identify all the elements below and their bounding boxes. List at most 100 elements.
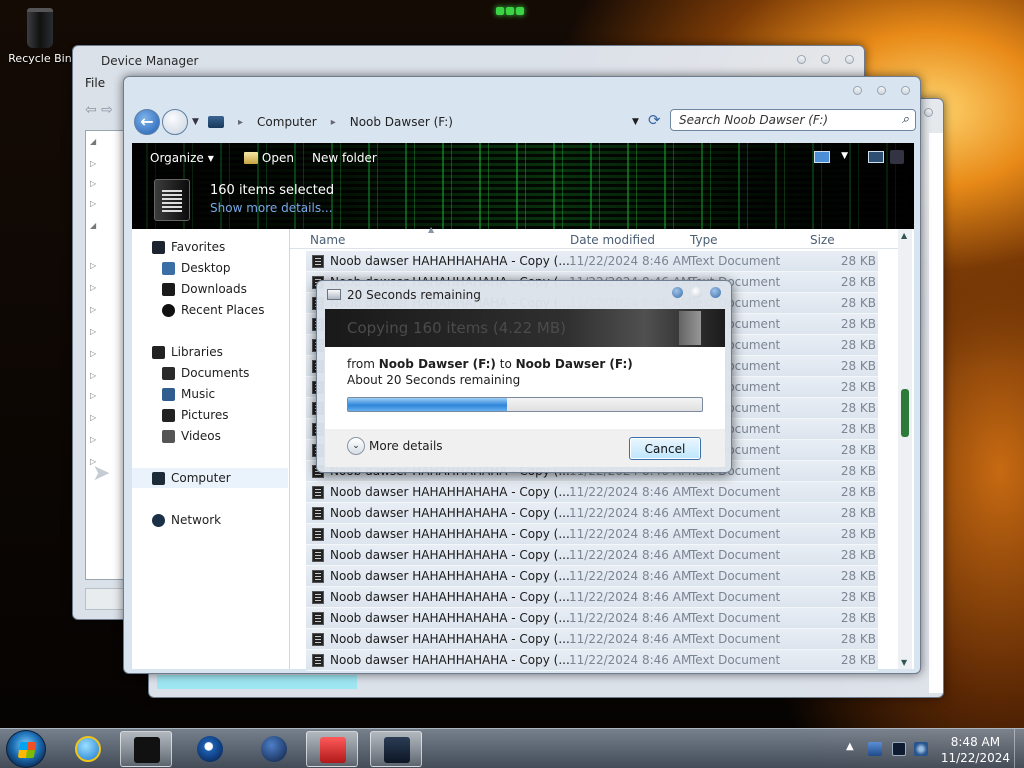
breadcrumb-computer[interactable]: Computer [257,115,317,129]
table-row[interactable]: Noob dawser HAHAHHAHAHA - Copy (...11/22… [306,503,878,524]
minimize-button[interactable] [792,52,810,66]
recent-pages-chevron-down-icon[interactable]: ▼ [192,117,199,127]
tree-expander-icon[interactable]: ▷ [90,305,98,314]
maximize-button[interactable] [816,52,834,66]
tree-expander-icon[interactable]: ▷ [90,159,98,168]
maximize-button[interactable] [691,287,702,298]
tree-expander-icon[interactable]: ▷ [90,179,98,188]
taskbar-toolbox[interactable] [306,731,358,767]
tree-expander-icon[interactable]: ▷ [90,435,98,444]
search-input[interactable]: Search Noob Dawser (F:) ⌕ [670,109,916,131]
tree-expander-icon[interactable]: ▷ [90,327,98,336]
close-button[interactable] [840,52,858,66]
scroll-up-icon[interactable]: ▲ [901,231,907,240]
taskbar-ie[interactable] [62,731,114,767]
tree-expander-icon[interactable]: ▷ [90,283,98,292]
close-button[interactable] [896,83,914,97]
scroll-thumb[interactable] [901,389,909,437]
table-row[interactable]: Noob dawser HAHAHHAHAHA - Copy (...11/22… [306,566,878,587]
show-hidden-icons-icon[interactable]: ▲ [846,741,854,752]
device-manager-nav-arrows-icon[interactable]: ⇦ ⇨ [85,102,113,118]
nav-pictures[interactable]: Pictures [132,405,288,425]
table-row[interactable]: Noob dawser HAHAHHAHAHA - Copy (...11/22… [306,587,878,608]
file-size: 28 KB [840,317,876,331]
maximize-button[interactable] [872,83,890,97]
table-row[interactable]: Noob dawser HAHAHHAHAHA - Copy (...11/22… [306,629,878,650]
clock[interactable]: 8:48 AM 11/22/2024 [941,734,1010,766]
search-icon[interactable]: ⌕ [902,112,909,127]
nav-desktop[interactable]: Desktop [132,258,288,278]
table-row[interactable]: Noob dawser HAHAHHAHAHA - Copy (...11/22… [306,608,878,629]
network-status-icon[interactable] [892,742,906,756]
show-more-details-link[interactable]: Show more details... [210,201,333,215]
recycle-bin[interactable]: Recycle Bin [6,8,74,65]
column-type[interactable]: Type [690,233,718,247]
close-button[interactable] [710,287,721,298]
nav-downloads[interactable]: Downloads [132,279,288,299]
tree-expander-icon[interactable]: ▷ [90,349,98,358]
tree-expander-icon[interactable]: ▷ [90,371,98,380]
copy-progress-fill [348,398,508,411]
organize-button[interactable]: Organize ▼ [150,151,214,165]
taskbar-globe[interactable] [248,731,300,767]
table-row[interactable]: Noob dawser HAHAHHAHAHA - Copy (...11/22… [306,251,878,272]
breadcrumb-drive[interactable]: Noob Dawser (F:) [350,115,453,129]
minimize-button[interactable] [848,83,866,97]
menu-file[interactable]: File [85,76,105,90]
file-type: Text Document [690,569,781,583]
tree-expander-icon[interactable]: ◢ [90,137,98,146]
column-name[interactable]: Name [310,233,345,247]
nav-recent-places[interactable]: Recent Places [132,300,288,320]
breadcrumb-separator-icon[interactable]: ▸ [331,117,336,128]
new-folder-button[interactable]: New folder [312,151,377,165]
tree-expander-icon[interactable]: ◢ [90,221,98,230]
nav-computer[interactable]: Computer [132,468,288,488]
tree-expander-icon[interactable]: ▷ [90,391,98,400]
column-size[interactable]: Size [810,233,835,247]
action-center-icon[interactable] [868,742,882,756]
table-row[interactable]: Noob dawser HAHAHHAHAHA - Copy (...11/22… [306,482,878,503]
volume-icon[interactable] [914,742,928,756]
navigation-pane[interactable]: Favorites Desktop Downloads Recent Place… [132,229,290,669]
windows-start-icon[interactable] [6,730,46,768]
vertical-scrollbar[interactable]: ▲ ▼ [898,229,912,669]
scroll-down-icon[interactable]: ▼ [901,658,907,667]
column-date-modified[interactable]: Date modified [570,233,655,247]
cancel-button[interactable]: Cancel [629,437,701,460]
tree-expander-icon[interactable]: ▷ [90,199,98,208]
tree-expander-icon[interactable]: ▷ [90,261,98,270]
breadcrumb[interactable]: ▸ Computer ▸ Noob Dawser (F:) [204,111,654,133]
help-icon[interactable] [890,150,904,164]
nav-favorites[interactable]: Favorites [132,237,288,257]
forward-button[interactable] [162,109,188,135]
nav-libraries[interactable]: Libraries [132,342,288,362]
taskbar-explorer[interactable] [120,731,172,767]
table-row[interactable]: Noob dawser HAHAHHAHAHA - Copy (...11/22… [306,524,878,545]
refresh-icon[interactable]: ⟳ [648,111,661,129]
open-button[interactable]: Open [243,151,294,165]
address-chevron-down-icon[interactable]: ▼ [632,117,639,127]
text-document-icon [312,654,324,667]
view-icon[interactable] [814,151,830,163]
table-row[interactable]: Noob dawser HAHAHHAHAHA - Copy (...11/22… [306,650,878,671]
breadcrumb-separator-icon[interactable]: ▸ [238,117,243,128]
nav-videos[interactable]: Videos [132,426,288,446]
dialog-banner: Copying 160 items (4.22 MB) [325,309,725,347]
nav-network[interactable]: Network [132,510,288,530]
taskbar-media-player[interactable] [184,731,236,767]
show-desktop-button[interactable] [1014,729,1024,768]
nav-music[interactable]: Music [132,384,288,404]
nav-documents[interactable]: Documents [132,363,288,383]
more-details-button[interactable]: ⌄ More details [347,437,443,455]
pictures-icon [162,408,175,422]
back-button[interactable]: ← [134,109,160,135]
table-row[interactable]: Noob dawser HAHAHHAHAHA - Copy (...11/22… [306,545,878,566]
tree-expander-icon[interactable]: ▷ [90,413,98,422]
close-button[interactable] [919,105,937,119]
minimize-button[interactable] [672,287,683,298]
taskbar-device-manager[interactable] [370,731,422,767]
device-tree[interactable]: ◢ ▷ ▷ ▷ ◢ ▷ ▷ ▷ ▷ ▷ ▷ ▷ ▷ ▷ ▷ ➤ [85,130,125,580]
copy-progress-dialog[interactable]: 20 Seconds remaining Copying 160 items (… [316,280,732,473]
preview-pane-icon[interactable] [868,151,884,163]
view-chevron-down-icon[interactable]: ▼ [841,151,848,161]
